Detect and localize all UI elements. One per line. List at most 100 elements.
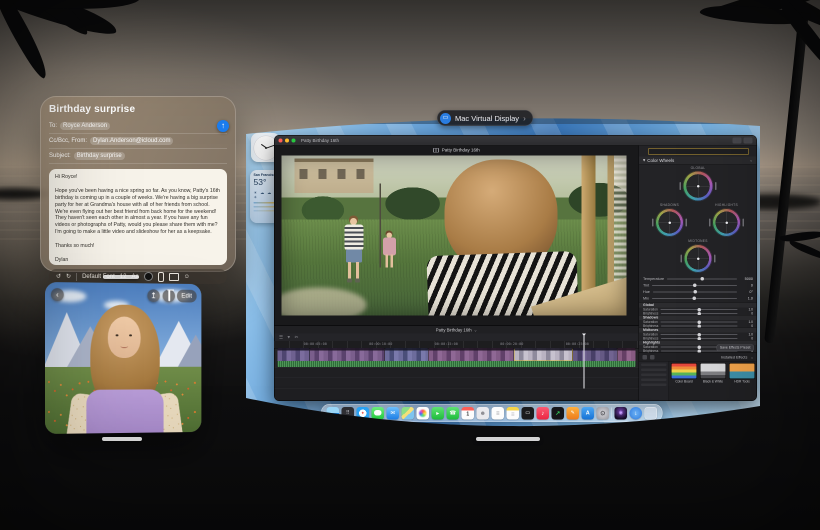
dock-icon-final-cut-pro[interactable]: ◉ <box>615 407 628 420</box>
menu-view[interactable]: View <box>403 115 414 121</box>
slider[interactable] <box>661 326 738 327</box>
edit-button[interactable]: Edit <box>177 290 197 303</box>
toolbar-button[interactable] <box>733 137 742 143</box>
menu-clip[interactable]: Clip <box>366 115 375 121</box>
slider[interactable] <box>660 334 737 335</box>
dock-icon-photos[interactable] <box>417 407 430 420</box>
wheel-label: MIDTONES <box>673 240 723 244</box>
mail-compose-window: Birthday surprise ↑ To: Royce Anderson C… <box>40 96 236 272</box>
dock-icon-phone[interactable]: ☎ <box>447 407 460 420</box>
dock-icon-facetime[interactable]: ▸ <box>432 407 445 420</box>
menu-edit[interactable]: Edit <box>317 115 326 121</box>
toolbar-button[interactable] <box>744 137 753 143</box>
save-effects-preset-button[interactable]: Save Effects Preset <box>716 345 754 352</box>
slider[interactable] <box>661 338 738 339</box>
apple-menu-icon[interactable] <box>254 116 259 121</box>
fcp-title-bar[interactable]: Patty Birthday 16th <box>275 136 757 146</box>
menu-window[interactable]: Window <box>420 115 438 121</box>
menu-mark[interactable]: Mark <box>349 115 360 121</box>
video-clip[interactable] <box>385 348 428 361</box>
menu-trim[interactable]: Trim <box>332 115 342 121</box>
transitions-icon[interactable] <box>650 355 655 360</box>
dock-icon-maps[interactable] <box>402 407 415 420</box>
dock-icon-calendar[interactable]: 1 <box>462 407 475 420</box>
dock-icon-stocks[interactable]: ↗ <box>552 407 565 420</box>
to-recipient-token[interactable]: Royce Anderson <box>60 122 110 130</box>
dock-icon-reminders[interactable]: ≡ <box>492 407 505 420</box>
slider[interactable] <box>660 322 737 323</box>
slider[interactable] <box>652 285 737 286</box>
menu-modify[interactable]: Modify <box>381 115 396 121</box>
dock-icon-safari[interactable]: ✦ <box>357 407 370 420</box>
from-address-token[interactable]: Dylan.Anderson@icloud.com <box>90 137 173 145</box>
video-clip-selected[interactable] <box>514 348 573 361</box>
color-wheel-global[interactable] <box>683 171 713 201</box>
video-clip[interactable] <box>573 348 617 361</box>
dock-icon-launchpad[interactable]: ⠿ <box>342 407 355 420</box>
param-mix[interactable]: Mix1.0 <box>639 295 757 302</box>
send-button[interactable]: ↑ <box>217 120 229 132</box>
effect-item[interactable]: HDR Tools <box>729 363 755 384</box>
dock-icon-mail[interactable]: ✉ <box>387 407 400 420</box>
insert-photo-icon[interactable] <box>169 273 179 281</box>
dock-icon-pages[interactable]: ✎ <box>567 407 580 420</box>
dock-icon-downloads[interactable]: ↓ <box>630 407 643 420</box>
slider[interactable] <box>661 313 738 314</box>
mail-body-editor[interactable]: Hi Royce! Hope you've been having a nice… <box>49 169 227 265</box>
dock-icon-tv[interactable]: ▭ <box>522 407 535 420</box>
ccbcc-from-label[interactable]: Cc/Bcc, From: <box>49 138 87 144</box>
effects-categories[interactable] <box>639 362 669 402</box>
back-button[interactable]: ‹ <box>51 288 64 301</box>
selected-clip-chip[interactable] <box>648 148 749 155</box>
playhead[interactable] <box>584 334 585 389</box>
effect-item[interactable]: Color Board <box>671 363 697 384</box>
chevron-down-icon: ⌄ <box>749 158 753 164</box>
emoji-icon[interactable]: ☺ <box>184 274 190 280</box>
control-center-icon[interactable] <box>733 116 740 121</box>
display-drag-bar[interactable] <box>476 437 540 441</box>
video-clip[interactable] <box>310 348 385 361</box>
effects-icon[interactable] <box>643 355 648 360</box>
menu-file[interactable]: File <box>303 115 311 121</box>
viewer-video[interactable] <box>282 156 627 316</box>
subject-value[interactable]: Birthday surprise <box>74 152 125 160</box>
color-wheel-shadows[interactable] <box>656 209 684 237</box>
trash-icon[interactable] <box>163 289 175 302</box>
inspector-title: Color Wheels <box>647 158 674 163</box>
video-clip[interactable] <box>278 348 310 361</box>
dock-icon-music[interactable]: ♪ <box>537 407 550 420</box>
video-clip[interactable] <box>429 348 514 361</box>
dock-icon-notes[interactable]: ≡ <box>507 407 520 420</box>
effects-filter[interactable]: Installed Effects <box>721 355 747 360</box>
mac-virtual-display-pill[interactable]: ▭ Mac Virtual Display › <box>437 110 533 126</box>
tool-icon[interactable]: ⌖ <box>288 335 291 341</box>
dock-icon-settings[interactable]: ⚙ <box>597 407 610 420</box>
dock-icon-contacts[interactable]: ☻ <box>477 407 490 420</box>
effect-item[interactable]: Black & White <box>700 363 726 384</box>
undo-icon[interactable]: ↺ <box>56 273 61 280</box>
dock-icon-messages[interactable] <box>372 407 385 420</box>
text-color-button[interactable] <box>144 272 153 281</box>
index-icon[interactable]: ☰ <box>279 335 283 341</box>
dock-icon-app-store[interactable]: A <box>582 407 595 420</box>
redo-icon[interactable]: ↻ <box>66 273 71 280</box>
inspector-header[interactable]: ▾ Color Wheels ⌄ <box>639 157 757 165</box>
slider[interactable] <box>653 291 737 292</box>
slider[interactable] <box>667 278 737 279</box>
menu-app-name[interactable]: Final Cut Pro <box>265 115 296 121</box>
video-clip[interactable] <box>618 348 636 361</box>
close-button[interactable] <box>279 138 283 142</box>
minimize-button[interactable] <box>285 138 289 142</box>
dock-icon-finder[interactable] <box>327 407 340 420</box>
attachment-icon[interactable] <box>158 272 164 282</box>
color-wheel-highlights[interactable] <box>713 209 741 237</box>
slider[interactable] <box>660 309 737 310</box>
photos-drag-bar[interactable] <box>102 437 142 441</box>
slider[interactable] <box>652 298 737 299</box>
color-wheel-midtones[interactable] <box>684 245 712 273</box>
share-icon[interactable]: ↥ <box>147 289 159 302</box>
mail-drag-bar[interactable] <box>103 275 139 279</box>
zoom-button[interactable] <box>292 138 296 142</box>
trim-icon[interactable]: ✂ <box>295 335 299 341</box>
dock-icon-trash[interactable] <box>645 407 658 420</box>
